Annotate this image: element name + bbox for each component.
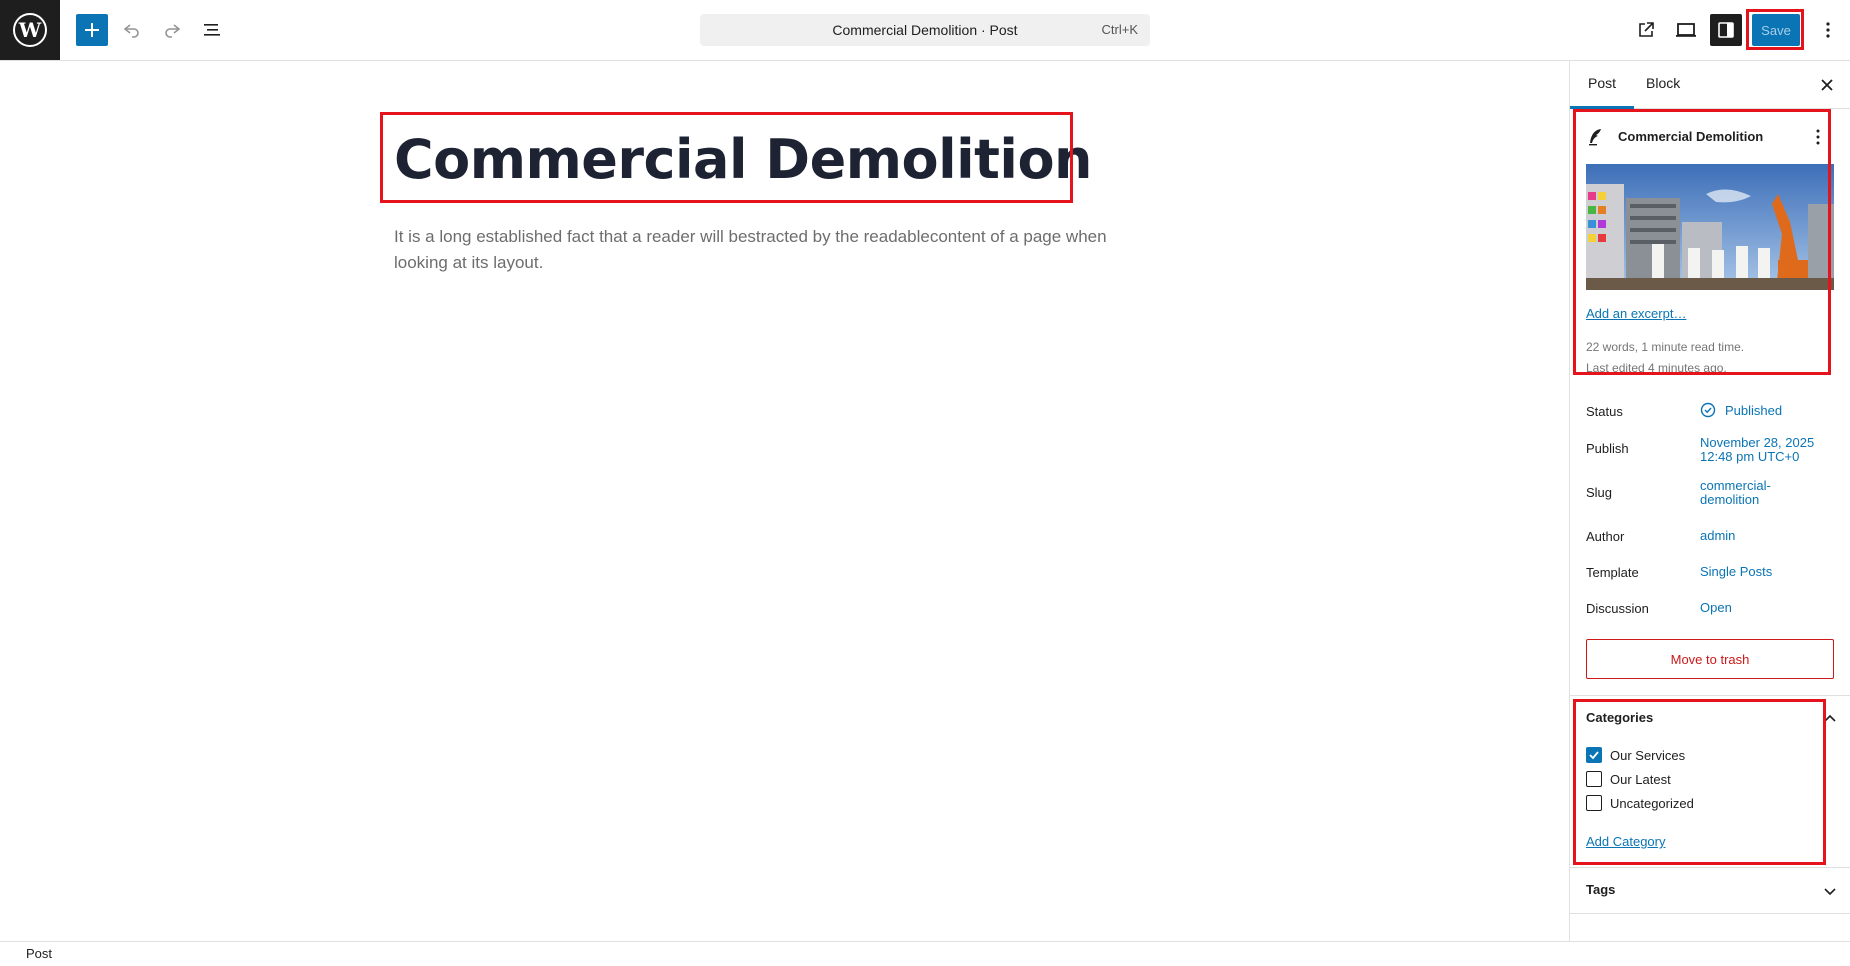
discussion-value[interactable]: Open bbox=[1700, 601, 1732, 615]
paragraph-block[interactable]: It is a long established fact that a rea… bbox=[394, 224, 1164, 276]
tab-block[interactable]: Block bbox=[1628, 61, 1698, 109]
redo-icon bbox=[165, 24, 181, 38]
slug-value-line1[interactable]: commercial- bbox=[1700, 479, 1771, 493]
move-to-trash-button[interactable]: Move to trash bbox=[1586, 639, 1834, 679]
template-value[interactable]: Single Posts bbox=[1700, 565, 1772, 579]
editor-canvas: Commercial Demolition It is a long estab… bbox=[0, 61, 1569, 941]
wordpress-logo-icon[interactable]: W bbox=[0, 0, 60, 60]
desktop-icon bbox=[1676, 23, 1696, 37]
publish-time[interactable]: 12:48 pm UTC+0 bbox=[1700, 450, 1799, 464]
author-value[interactable]: admin bbox=[1700, 529, 1735, 543]
undo-icon bbox=[123, 24, 139, 38]
status-label: Status bbox=[1586, 404, 1623, 419]
chevron-down-icon[interactable] bbox=[1822, 883, 1838, 899]
undo-button[interactable] bbox=[116, 14, 148, 46]
preview-button[interactable] bbox=[1670, 14, 1702, 46]
slug-label: Slug bbox=[1586, 485, 1613, 500]
breadcrumb-post[interactable]: Post bbox=[26, 946, 52, 961]
document-title: Commercial Demolition · Post bbox=[832, 22, 1018, 38]
author-label: Author bbox=[1586, 529, 1625, 544]
save-highlight-box bbox=[1746, 9, 1804, 50]
panel-divider bbox=[1570, 695, 1850, 696]
view-post-button[interactable] bbox=[1630, 14, 1662, 46]
settings-toggle-button[interactable] bbox=[1710, 14, 1742, 46]
sidebar-tabs: Post Block bbox=[1570, 61, 1850, 109]
block-breadcrumb-bar: Post bbox=[0, 941, 1850, 966]
settings-sidebar: Post Block Commercial Demolition Add an … bbox=[1569, 61, 1850, 941]
publish-date[interactable]: November 28, 2025 bbox=[1700, 436, 1814, 450]
template-label: Template bbox=[1586, 565, 1639, 580]
close-settings-button[interactable] bbox=[1815, 73, 1839, 97]
sidebar-icon bbox=[1718, 22, 1734, 38]
options-button[interactable] bbox=[1812, 14, 1844, 46]
tags-panel-title[interactable]: Tags bbox=[1586, 882, 1615, 897]
post-card-highlight-box bbox=[1573, 109, 1831, 375]
discussion-label: Discussion bbox=[1586, 601, 1649, 616]
categories-highlight-box bbox=[1573, 699, 1826, 865]
title-highlight-box bbox=[380, 112, 1073, 203]
document-overview-button[interactable] bbox=[196, 14, 228, 46]
status-value[interactable]: Published bbox=[1725, 404, 1782, 418]
panel-divider bbox=[1570, 913, 1850, 914]
add-block-button[interactable] bbox=[76, 14, 108, 46]
slug-value-line2[interactable]: demolition bbox=[1700, 493, 1759, 507]
redo-button[interactable] bbox=[156, 14, 188, 46]
external-link-icon bbox=[1639, 22, 1654, 37]
publish-label: Publish bbox=[1586, 441, 1629, 456]
svg-text:W: W bbox=[18, 18, 42, 42]
more-vertical-icon bbox=[1826, 22, 1830, 38]
published-check-icon bbox=[1700, 402, 1716, 418]
command-palette-bar[interactable]: Commercial Demolition · Post Ctrl+K bbox=[700, 14, 1150, 46]
close-icon bbox=[1821, 79, 1833, 91]
tab-post[interactable]: Post bbox=[1570, 61, 1635, 109]
editor-toolbar: W Commercial Demolition · Post Ctrl+K Sa… bbox=[0, 0, 1850, 61]
panel-divider bbox=[1570, 867, 1850, 868]
plus-icon bbox=[85, 23, 99, 37]
list-view-icon bbox=[204, 24, 220, 36]
command-shortcut: Ctrl+K bbox=[1101, 22, 1138, 37]
